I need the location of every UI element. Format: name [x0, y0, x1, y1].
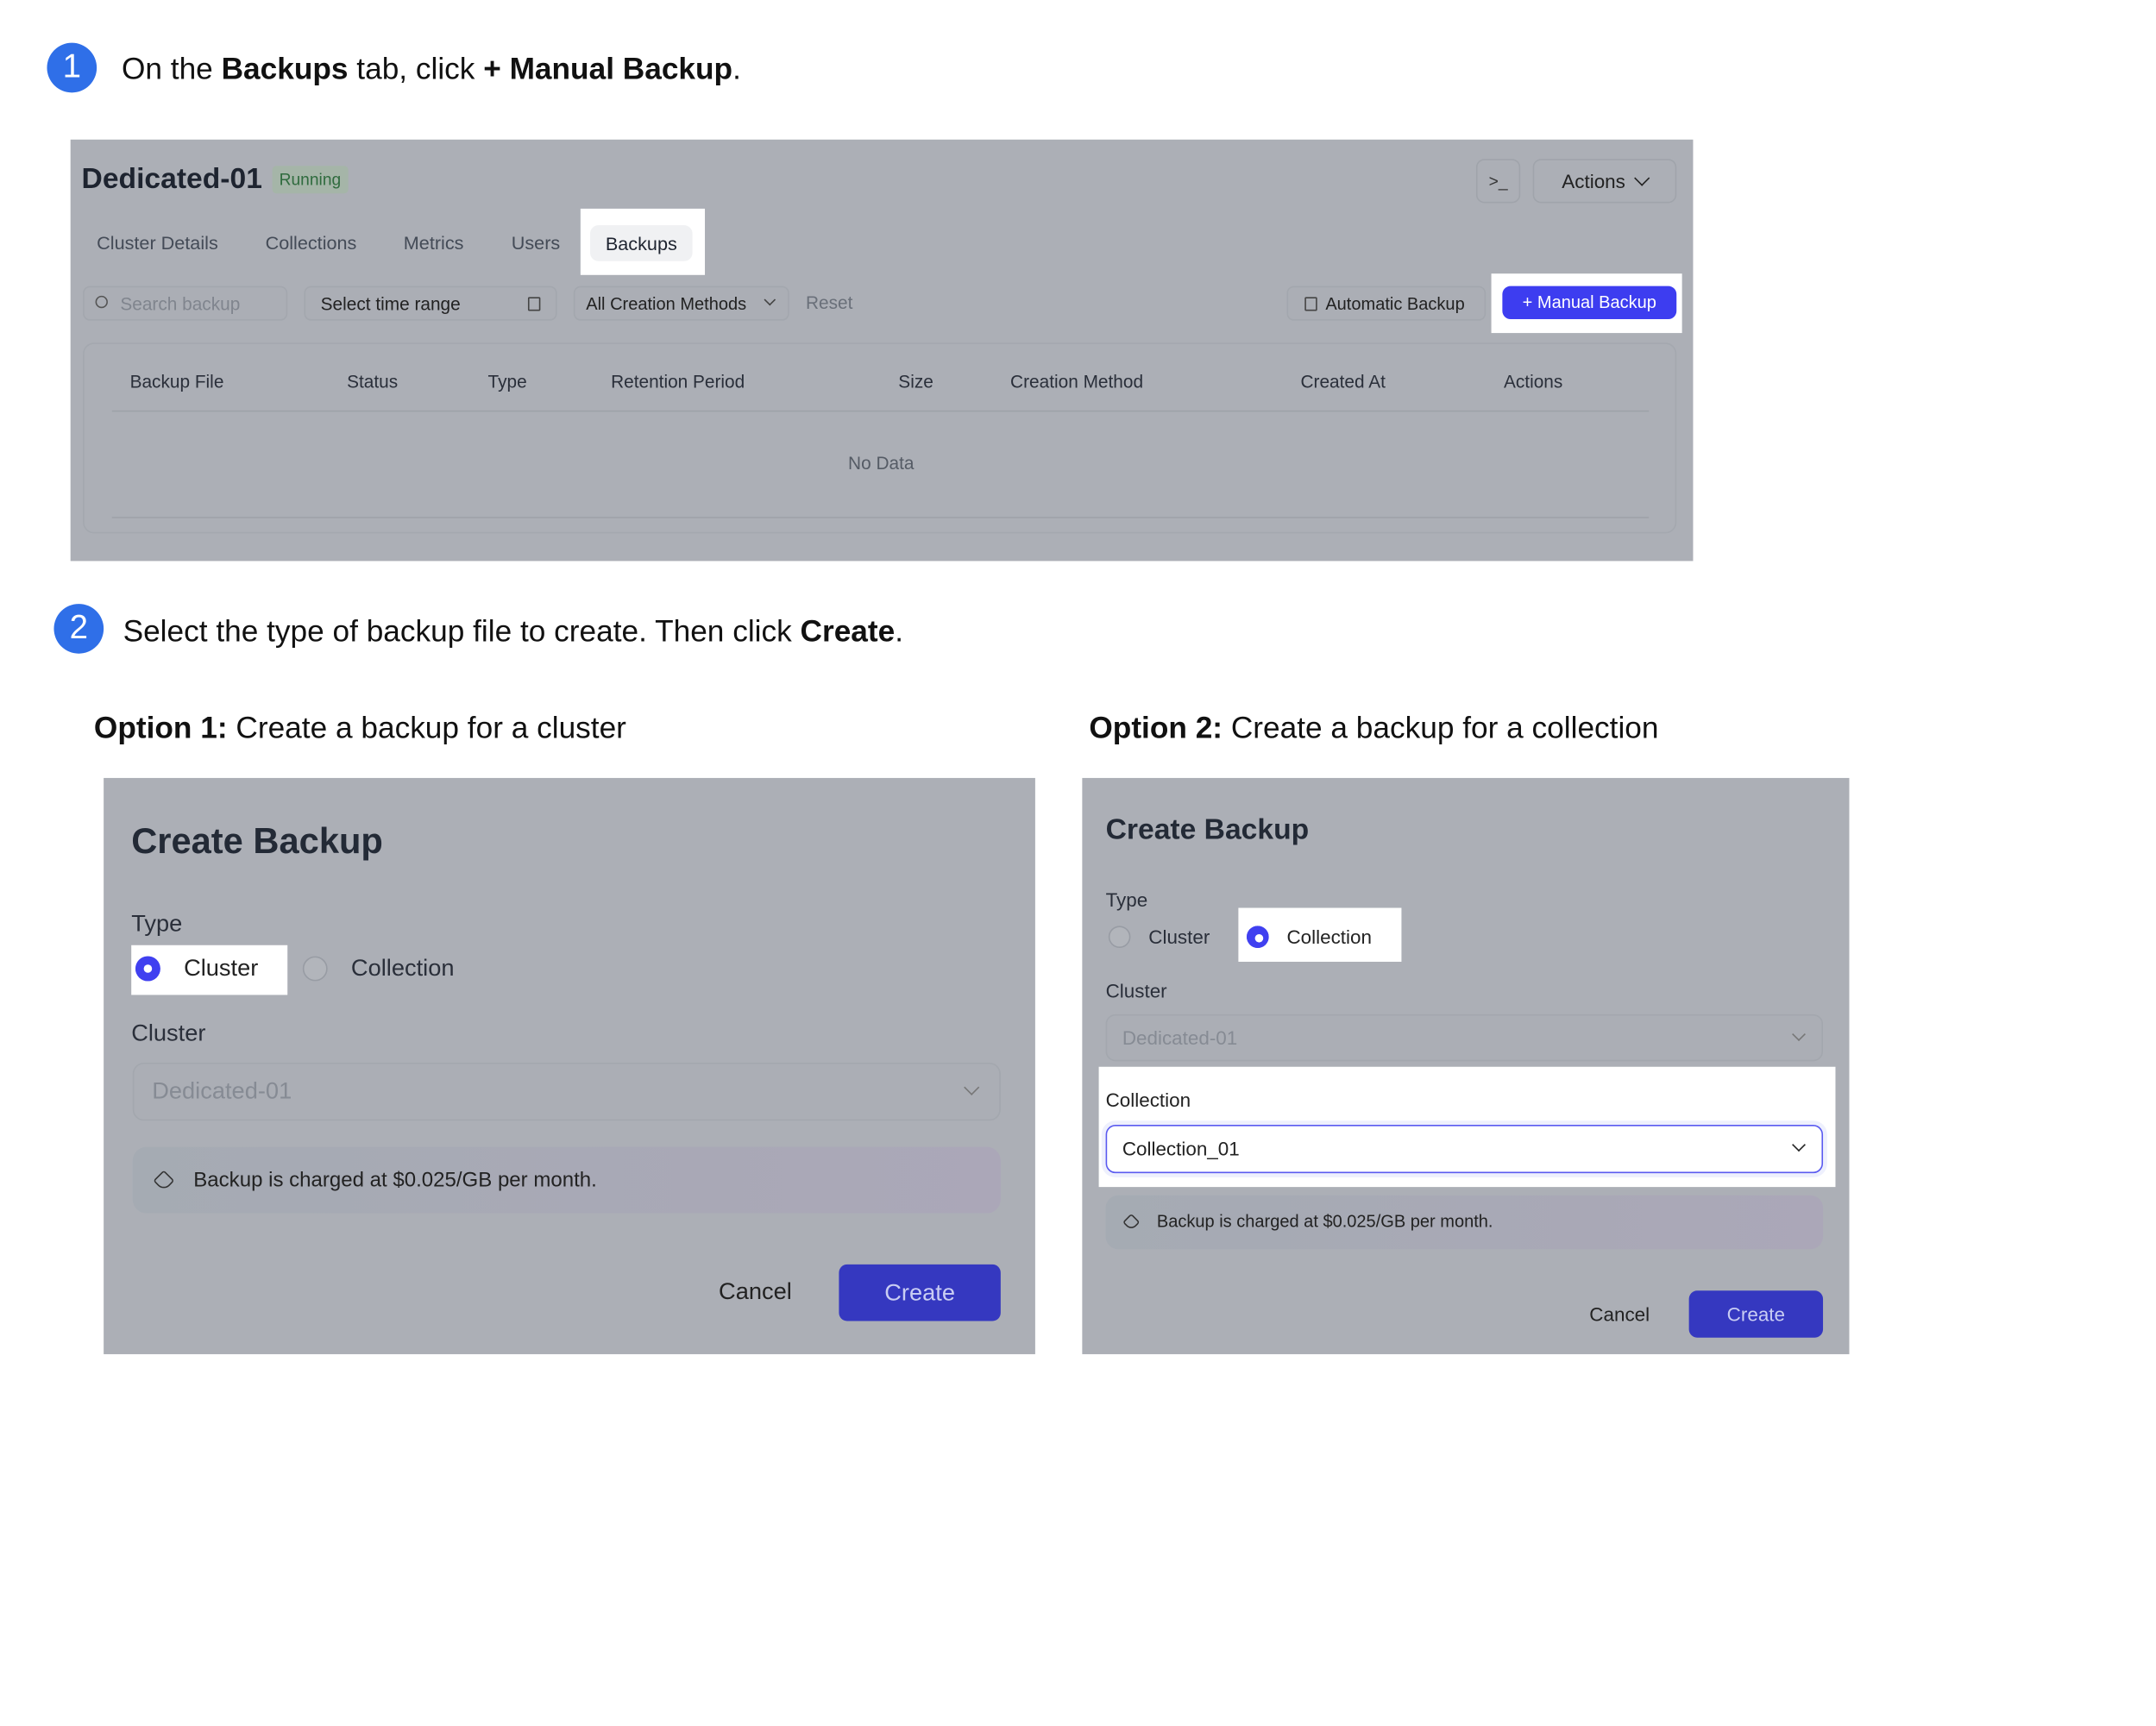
collection-label: Collection [1105, 1089, 1191, 1112]
cluster-select[interactable]: Dedicated-01 [1105, 1014, 1824, 1062]
calendar-icon [1304, 297, 1317, 311]
text-bold: Option 1: [93, 710, 228, 745]
chevron-down-icon [1792, 1027, 1806, 1042]
actions-label: Actions [1562, 170, 1625, 192]
option-2-heading: Option 2: Create a backup for a collecti… [1089, 710, 1658, 746]
column-header: Backup File [129, 371, 224, 392]
step-2-instruction: Select the type of backup file to create… [123, 613, 903, 650]
notice-text: Backup is charged at $0.025/GB per month… [1156, 1211, 1493, 1232]
search-icon [95, 295, 108, 309]
type-label: Type [1105, 888, 1148, 911]
text: On the [121, 51, 222, 86]
actions-dropdown[interactable]: Actions [1532, 159, 1677, 204]
type-label: Type [131, 910, 183, 938]
chevron-down-icon [964, 1079, 980, 1095]
radio-collection-label[interactable]: Collection [351, 955, 455, 982]
text-bold: + Manual Backup [483, 51, 733, 86]
price-tag-icon [1122, 1213, 1141, 1232]
creation-method-filter[interactable]: All Creation Methods [573, 286, 789, 321]
step-1-instruction: On the Backups tab, click + Manual Backu… [122, 51, 741, 87]
highlight-box: + Manual Backup [1491, 273, 1682, 334]
chevron-down-icon [764, 293, 776, 306]
search-input[interactable]: Search backup [83, 286, 288, 321]
text-bold: Backups [221, 51, 349, 86]
creation-method-value: All Creation Methods [586, 294, 747, 314]
step-1-badge: 1 [47, 42, 97, 93]
calendar-icon [527, 297, 541, 311]
cluster-label: Cluster [1105, 979, 1167, 1002]
column-header: Status [347, 371, 399, 392]
status-badge: Running [272, 166, 349, 194]
text: tab, click [348, 51, 484, 86]
cluster-title: Dedicated-01 [81, 163, 262, 195]
reset-link[interactable]: Reset [806, 292, 852, 313]
pricing-notice: Backup is charged at $0.025/GB per month… [1105, 1195, 1824, 1250]
empty-state: No Data [848, 452, 915, 474]
cluster-label: Cluster [131, 1020, 206, 1046]
backups-table: Backup File Status Type Retention Period… [83, 342, 1677, 534]
create-button[interactable]: Create [839, 1264, 1001, 1321]
text-bold: Option 2: [1089, 710, 1223, 745]
dialog-title: Create Backup [1105, 813, 1310, 846]
cluster-select[interactable]: Dedicated-01 [132, 1062, 1001, 1121]
text: Create a backup for a cluster [227, 710, 626, 745]
tab-cluster-details[interactable]: Cluster Details [97, 233, 218, 254]
cancel-button[interactable]: Cancel [1589, 1303, 1650, 1326]
text: . [732, 51, 741, 86]
column-header: Creation Method [1010, 371, 1144, 392]
tab-users[interactable]: Users [512, 233, 560, 254]
text: . [895, 613, 904, 649]
time-range-picker[interactable]: Select time range [304, 286, 557, 321]
radio-collection[interactable] [302, 956, 328, 982]
column-header: Type [487, 371, 527, 392]
radio-collection-label[interactable]: Collection [1286, 926, 1371, 948]
column-header: Created At [1300, 371, 1386, 392]
radio-collection[interactable] [1247, 926, 1269, 948]
text-bold: Create [800, 613, 896, 649]
divider [111, 410, 1650, 412]
create-backup-dialog-collection: Create Backup Type Cluster Collection Cl… [1082, 777, 1850, 1354]
highlight-box: Backups [580, 208, 706, 275]
terminal-icon: >_ [1488, 171, 1508, 191]
tab-backups[interactable]: Backups [590, 225, 693, 261]
cancel-button[interactable]: Cancel [719, 1278, 792, 1306]
manual-backup-button[interactable]: + Manual Backup [1502, 286, 1677, 320]
search-placeholder: Search backup [120, 293, 241, 315]
radio-cluster-label[interactable]: Cluster [184, 955, 258, 982]
tab-collections[interactable]: Collections [266, 233, 357, 254]
collection-select[interactable]: Collection_01 [1105, 1125, 1824, 1174]
column-header: Size [898, 371, 933, 392]
notice-text: Backup is charged at $0.025/GB per month… [193, 1168, 597, 1192]
radio-cluster[interactable] [1108, 926, 1131, 948]
dialog-title: Create Backup [131, 819, 383, 862]
column-header: Actions [1503, 371, 1563, 392]
cluster-select-value: Dedicated-01 [1122, 1026, 1238, 1049]
automatic-backup-label: Automatic Backup [1325, 294, 1465, 314]
terminal-button[interactable]: >_ [1475, 159, 1521, 204]
create-backup-dialog-cluster: Create Backup Type Cluster Collection Cl… [104, 777, 1035, 1354]
chevron-down-icon [1634, 170, 1650, 186]
pricing-notice: Backup is charged at $0.025/GB per month… [132, 1146, 1001, 1214]
automatic-backup-button[interactable]: Automatic Backup [1286, 286, 1487, 321]
cluster-backups-screenshot: Dedicated-01 Running >_ Actions Cluster … [70, 139, 1694, 562]
divider [111, 517, 1650, 518]
chevron-down-icon [1792, 1138, 1806, 1152]
column-header: Retention Period [611, 371, 745, 392]
text: Select the type of backup file to create… [123, 613, 801, 649]
cluster-select-value: Dedicated-01 [152, 1077, 292, 1104]
radio-cluster[interactable] [135, 956, 160, 982]
create-button[interactable]: Create [1688, 1290, 1824, 1338]
step-2-badge: 2 [53, 604, 104, 654]
radio-cluster-label[interactable]: Cluster [1148, 926, 1210, 948]
collection-select-value: Collection_01 [1122, 1137, 1240, 1160]
text: Create a backup for a collection [1223, 710, 1659, 745]
option-1-heading: Option 1: Create a backup for a cluster [94, 710, 626, 746]
time-range-placeholder: Select time range [320, 293, 461, 315]
price-tag-icon [153, 1170, 175, 1192]
highlight-box: Collection Collection_01 [1098, 1066, 1836, 1188]
tab-metrics[interactable]: Metrics [404, 233, 464, 254]
